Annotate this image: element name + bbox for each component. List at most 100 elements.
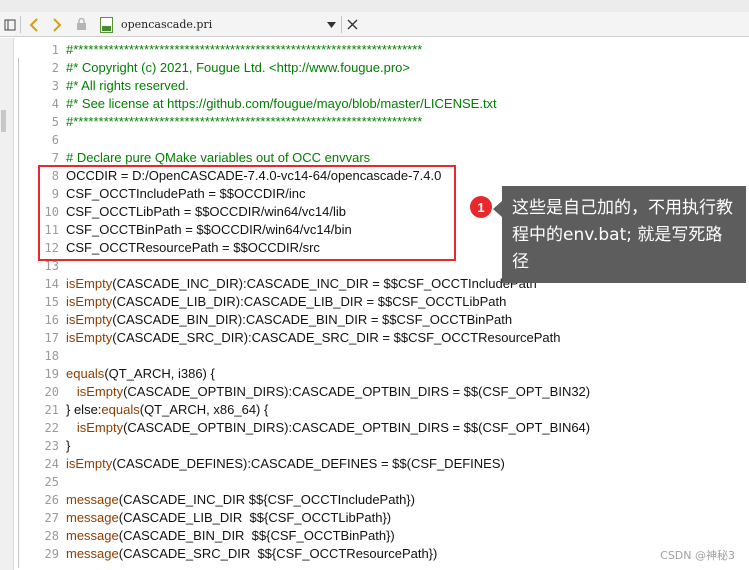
code-line[interactable]: 16 isEmpty(CASCADE_BIN_DIR):CASCADE_BIN_D… [14, 311, 749, 329]
lock-icon [74, 15, 88, 34]
annotation-callout: 这些是自己加的，不用执行教程中的env.bat; 就是写死路径 [493, 186, 746, 283]
code-keyword: equals [66, 366, 105, 381]
code-line[interactable]: 24 isEmpty(CASCADE_DEFINES):CASCADE_DEFIN… [14, 455, 749, 473]
code-keyword: message [66, 546, 119, 561]
tab-filename[interactable]: opencascade.pri [121, 18, 212, 31]
code-line[interactable]: 3 #* All rights reserved. [14, 77, 749, 95]
code-line[interactable]: 28 message(CASCADE_BIN_DIR $${CSF_OCCTBin… [14, 527, 749, 545]
code-line[interactable]: 23} [14, 437, 749, 455]
line-number: 16 [44, 313, 59, 327]
chevron-left-icon[interactable] [25, 15, 43, 34]
line-number: 28 [44, 529, 59, 543]
line-number: 20 [44, 385, 59, 399]
code-token: (CASCADE_DEFINES):CASCADE_DEFINES = $$(C… [112, 456, 505, 471]
code-line[interactable]: 4 #* See license at https://github.com/fo… [14, 95, 749, 113]
code-keyword: equals [101, 402, 140, 417]
code-token: (QT_ARCH, x86_64) { [139, 402, 269, 417]
line-text: isEmpty(CASCADE_OPTBIN_DIRS):CASCADE_OPT… [66, 419, 590, 437]
line-text: #* Copyright (c) 2021, Fougue Ltd. <http… [66, 59, 410, 77]
code-line[interactable]: 27 message(CASCADE_LIB_DIR $${CSF_OCCTLib… [14, 509, 749, 527]
line-number: 26 [44, 493, 59, 507]
line-number: 23 [44, 439, 59, 453]
line-text: #***************************************… [66, 113, 422, 131]
code-token: (CASCADE_LIB_DIR):CASCADE_LIB_DIR = $$CS… [112, 294, 507, 309]
line-number: 3 [51, 79, 59, 93]
code-line[interactable]: 19 equals(QT_ARCH, i386) { [14, 365, 749, 383]
code-comment: #***************************************… [66, 42, 423, 57]
line-text: isEmpty(CASCADE_BIN_DIR):CASCADE_BIN_DIR… [66, 311, 512, 329]
code-line[interactable]: 18 [14, 347, 749, 365]
code-line[interactable]: 20 isEmpty(CASCADE_OPTBIN_DIRS):CASCADE_… [14, 383, 749, 401]
panel-toggle-icon[interactable] [3, 15, 17, 34]
line-text: #***************************************… [66, 41, 422, 59]
line-text: isEmpty(CASCADE_DEFINES):CASCADE_DEFINES… [66, 455, 505, 473]
line-number: 22 [44, 421, 59, 435]
code-line[interactable]: 21} else:equals(QT_ARCH, x86_64) { [14, 401, 749, 419]
line-text: #* See license at https://github.com/fou… [66, 95, 497, 113]
code-token: (CASCADE_BIN_DIR $${CSF_OCCTBinPath}) [118, 528, 395, 543]
code-token: (CASCADE_SRC_DIR):CASCADE_SRC_DIR = $$CS… [112, 330, 561, 345]
code-line[interactable]: 1 #**************************************… [14, 41, 749, 59]
code-line[interactable]: 17 isEmpty(CASCADE_SRC_DIR):CASCADE_SRC_D… [14, 329, 749, 347]
code-line[interactable]: 15 isEmpty(CASCADE_LIB_DIR):CASCADE_LIB_D… [14, 293, 749, 311]
line-number: 4 [51, 97, 59, 111]
code-keyword: message [66, 528, 119, 543]
code-keyword: isEmpty [66, 276, 113, 291]
qmake-file-icon [100, 17, 113, 33]
line-number: 29 [44, 547, 59, 561]
line-number: 18 [44, 349, 59, 363]
code-keyword: isEmpty [66, 330, 113, 345]
code-keyword: message [66, 510, 119, 525]
line-text: message(CASCADE_INC_DIR $${CSF_OCCTInclu… [66, 491, 415, 509]
line-text: } [66, 437, 70, 455]
line-text: isEmpty(CASCADE_SRC_DIR):CASCADE_SRC_DIR… [66, 329, 561, 347]
line-text: isEmpty(CASCADE_OPTBIN_DIRS):CASCADE_OPT… [66, 383, 590, 401]
code-line[interactable]: 2 #* Copyright (c) 2021, Fougue Ltd. <htt… [14, 59, 749, 77]
line-text: equals(QT_ARCH, i386) { [66, 365, 215, 383]
code-token: (CASCADE_SRC_DIR $${CSF_OCCTResourcePath… [118, 546, 438, 561]
code-line[interactable]: 25 [14, 473, 749, 491]
code-keyword: isEmpty [66, 456, 113, 471]
code-token: (QT_ARCH, i386) { [104, 366, 215, 381]
line-number: 17 [44, 331, 59, 345]
code-keyword: isEmpty [76, 384, 124, 399]
code-comment: #***************************************… [66, 114, 423, 129]
code-line[interactable]: 5 #**************************************… [14, 113, 749, 131]
line-number: 6 [51, 133, 59, 147]
code-line[interactable]: 22 isEmpty(CASCADE_OPTBIN_DIRS):CASCADE_… [14, 419, 749, 437]
code-token: (CASCADE_BIN_DIR):CASCADE_BIN_DIR = $$CS… [112, 312, 513, 327]
line-text: message(CASCADE_LIB_DIR $${CSF_OCCTLibPa… [66, 509, 391, 527]
editor-toolbar: opencascade.pri [0, 12, 749, 37]
line-text: } else:equals(QT_ARCH, x86_64) { [66, 401, 268, 419]
code-line[interactable]: 29 message(CASCADE_SRC_DIR $${CSF_OCCTRes… [14, 545, 749, 563]
code-comment: #* All rights reserved. [66, 78, 189, 93]
line-number: 14 [44, 277, 59, 291]
code-keyword: isEmpty [66, 312, 113, 327]
dropdown-arrow-icon[interactable] [325, 15, 337, 34]
chevron-right-icon[interactable] [48, 15, 66, 34]
close-icon[interactable] [345, 15, 359, 34]
line-number: 1 [51, 43, 59, 57]
line-number: 27 [44, 511, 59, 525]
code-token: } else: [66, 402, 102, 417]
line-text: isEmpty(CASCADE_INC_DIR):CASCADE_INC_DIR… [66, 275, 537, 293]
left-side-panel [0, 38, 14, 570]
annotation-badge: 1 [470, 196, 492, 218]
code-line[interactable]: 26 message(CASCADE_INC_DIR $${CSF_OCCTInc… [14, 491, 749, 509]
line-text: message(CASCADE_BIN_DIR $${CSF_OCCTBinPa… [66, 527, 395, 545]
line-text: #* All rights reserved. [66, 77, 189, 95]
code-token: (CASCADE_LIB_DIR $${CSF_OCCTLibPath}) [118, 510, 392, 525]
code-token: (CASCADE_INC_DIR):CASCADE_INC_DIR = $$CS… [112, 276, 537, 291]
code-token: (CASCADE_OPTBIN_DIRS):CASCADE_OPTBIN_DIR… [123, 420, 591, 435]
code-keyword: isEmpty [66, 294, 113, 309]
code-comment: #* Copyright (c) 2021, Fougue Ltd. <http… [66, 60, 410, 75]
code-line[interactable]: 6 [14, 131, 749, 149]
panel-marker [1, 110, 6, 132]
toolbar-separator [341, 16, 342, 33]
code-comment: #* See license at https://github.com/fou… [66, 96, 497, 111]
code-token: (CASCADE_INC_DIR $${CSF_OCCTIncludePath}… [118, 492, 415, 507]
code-comment: # Declare pure QMake variables out of OC… [66, 150, 371, 165]
highlight-box [38, 165, 456, 261]
